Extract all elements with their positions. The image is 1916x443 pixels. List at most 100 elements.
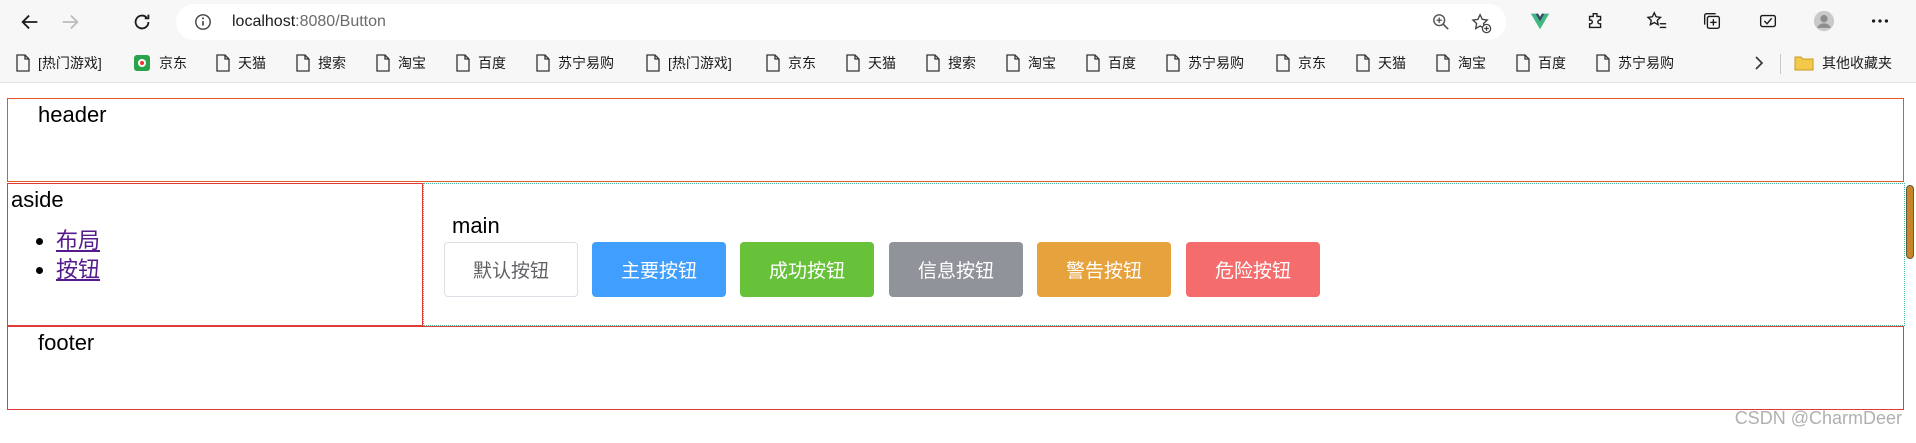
bookmark-item[interactable]: [热门游戏] [16,53,102,73]
bookmark-label: 搜索 [318,55,346,71]
bookmark-item[interactable]: 京东 [766,53,816,73]
bookmark-label: 苏宁易购 [1188,55,1244,71]
page-icon [1276,54,1290,72]
bookmark-label: 百度 [1538,55,1566,71]
page-icon [846,54,860,72]
bookmark-item[interactable]: 淘宝 [1006,53,1056,73]
bookmark-label: 百度 [478,55,506,71]
page-icon [16,54,30,72]
bookmark-item[interactable]: 苏宁易购 [1596,53,1674,73]
bookmark-label: 百度 [1108,55,1136,71]
bookmark-item[interactable]: 天猫 [216,53,266,73]
bookmark-label: 京东 [788,55,816,71]
bookmark-item[interactable]: 淘宝 [376,53,426,73]
page-icon [456,54,470,72]
address-bar[interactable]: localhost:8080/Button [176,4,1506,40]
more-menu-icon[interactable] [1868,9,1892,33]
bookmark-label: [热门游戏] [668,55,732,71]
jd-logo-icon [133,54,151,72]
bookmark-item[interactable]: 百度 [1086,53,1136,73]
page-icon [1516,54,1530,72]
page-icon [1166,54,1180,72]
bookmark-divider [1780,54,1781,74]
profile-avatar-icon[interactable] [1812,9,1836,33]
bookmark-item[interactable]: 苏宁易购 [1166,53,1244,73]
scrollbar[interactable] [1905,183,1915,326]
bookmark-label: 天猫 [238,55,266,71]
bookmark-label: 天猫 [1378,55,1406,71]
page-icon [926,54,940,72]
bookmark-label: [热门游戏] [38,55,102,71]
folder-icon [1794,56,1814,71]
bookmarks-bar: [热门游戏] 京东 天猫 搜索 淘宝 百度 苏宁易购 [热门游戏] 京东 天猫 … [0,44,1916,83]
page-icon [296,54,310,72]
list-item: 按钮 [56,255,100,284]
bookmark-item[interactable]: 苏宁易购 [536,53,614,73]
bookmark-item[interactable]: 搜索 [296,53,346,73]
scrollbar-thumb[interactable] [1906,185,1914,259]
back-button[interactable] [16,8,44,36]
add-favorite-icon[interactable] [1470,12,1492,34]
page-viewport: header aside 布局 按钮 main 默认按钮 主要按钮 成功按钮 信… [0,83,1916,443]
bookmark-item[interactable]: [热门游戏] [646,53,732,73]
other-favorites-folder[interactable]: 其他收藏夹 [1794,53,1892,73]
bookmark-label: 京东 [1298,55,1326,71]
bookmark-item[interactable]: 京东 [133,53,187,73]
list-item: 布局 [56,226,100,255]
refresh-button[interactable] [128,8,156,36]
bookmark-item[interactable]: 淘宝 [1436,53,1486,73]
layout-aside: aside 布局 按钮 [7,183,423,326]
page-icon [1006,54,1020,72]
url-text: localhost:8080/Button [232,13,386,30]
bookmark-item[interactable]: 搜索 [926,53,976,73]
forward-button[interactable] [56,8,84,36]
page-icon [766,54,780,72]
info-button[interactable]: 信息按钮 [889,242,1023,297]
page-icon [376,54,390,72]
nav-link-layout[interactable]: 布局 [56,228,100,253]
bookmark-item[interactable]: 百度 [456,53,506,73]
browser-toolbar: localhost:8080/Button [0,0,1916,44]
page-icon [646,54,660,72]
warning-button[interactable]: 警告按钮 [1037,242,1171,297]
nav-list: 布局 按钮 [28,226,100,284]
layout-header: header [7,98,1904,182]
zoom-icon[interactable] [1432,13,1450,31]
success-button[interactable]: 成功按钮 [740,242,874,297]
bookmark-item[interactable]: 天猫 [1356,53,1406,73]
bookmark-label: 京东 [159,55,187,71]
watermark: CSDN @CharmDeer [1734,408,1902,428]
page-icon [1596,54,1610,72]
arrow-left-icon [21,14,38,30]
danger-button[interactable]: 危险按钮 [1186,242,1320,297]
bookmark-label: 淘宝 [1458,55,1486,71]
header-label: header [38,102,107,127]
arrow-right-icon [62,14,79,30]
page-icon [1436,54,1450,72]
other-favorites-label: 其他收藏夹 [1822,55,1892,71]
refresh-icon [134,14,150,30]
bookmark-item[interactable]: 天猫 [846,53,896,73]
favorites-icon[interactable] [1645,9,1669,33]
layout-footer: footer [7,326,1904,410]
main-label: main [452,213,500,238]
collections-icon[interactable] [1700,9,1724,33]
bookmark-label: 苏宁易购 [1618,55,1674,71]
bookmark-label: 苏宁易购 [558,55,614,71]
bookmark-item[interactable]: 百度 [1516,53,1566,73]
aside-label: aside [11,187,64,212]
bookmark-label: 淘宝 [1028,55,1056,71]
performance-icon[interactable] [1756,9,1780,33]
extensions-icon[interactable] [1584,9,1608,33]
chevron-right-icon[interactable] [1752,54,1766,72]
page-icon [1356,54,1370,72]
primary-button[interactable]: 主要按钮 [592,242,726,297]
bookmark-item[interactable]: 京东 [1276,53,1326,73]
default-button[interactable]: 默认按钮 [444,242,578,297]
info-icon[interactable] [194,13,212,31]
page-icon [216,54,230,72]
page-icon [1086,54,1100,72]
nav-link-button[interactable]: 按钮 [56,257,100,282]
footer-label: footer [38,330,95,355]
vue-devtools-icon[interactable] [1528,9,1552,33]
